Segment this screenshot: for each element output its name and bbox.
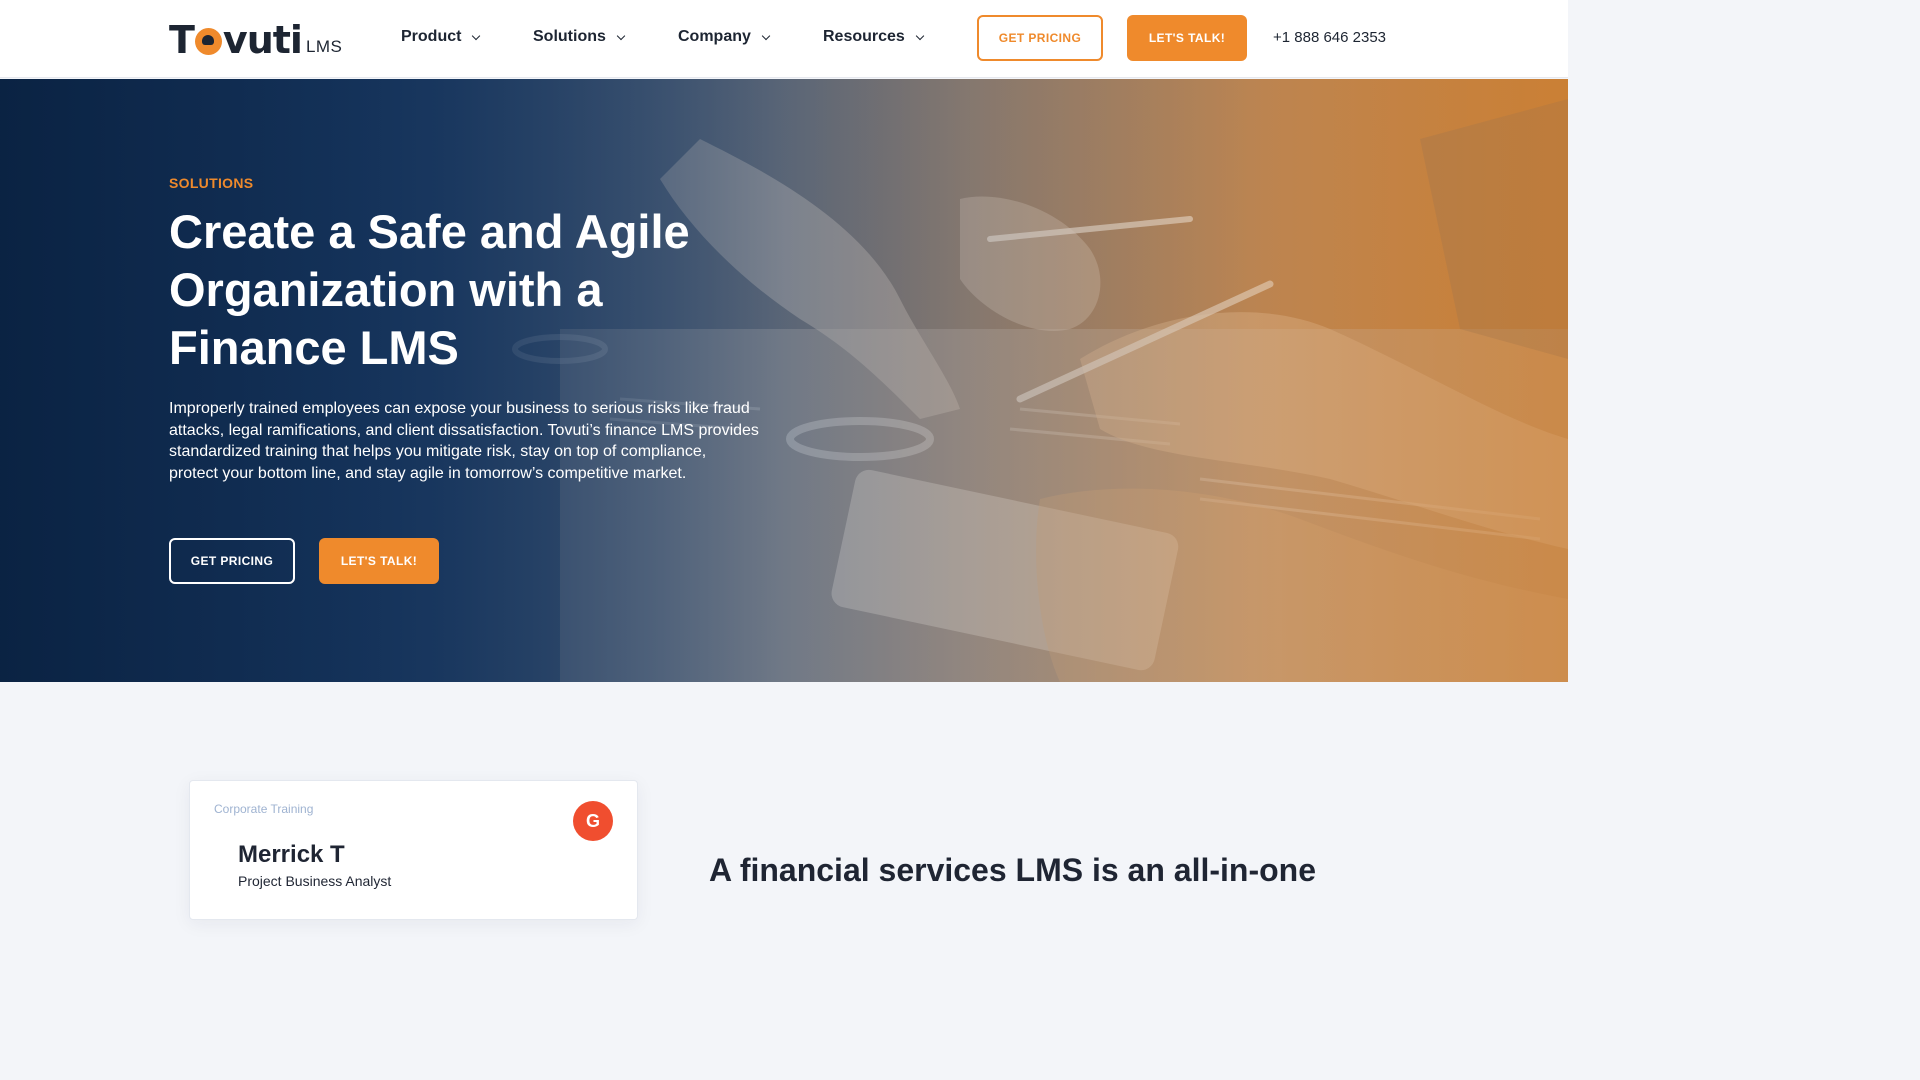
review-card: Corporate Training G Merrick T Project B… [189,780,638,920]
header-lets-talk-button[interactable]: LET'S TALK! [1127,15,1247,61]
chevron-down-icon [915,31,925,40]
logo-elephant-icon [194,28,222,55]
header-get-pricing-button[interactable]: GET PRICING [977,15,1103,61]
hero-title: Create a Safe and Agile Organization wit… [169,205,690,374]
hero-eyebrow: SOLUTIONS [169,175,254,191]
chevron-down-icon [761,31,771,40]
phone-link[interactable]: +1 888 646 2353 [1273,29,1386,46]
nav-label: Solutions [533,28,606,45]
g2-logo-icon: G [573,801,613,841]
section-heading: A financial services LMS is an all-in-on… [709,852,1316,888]
nav-item-company[interactable]: Company [678,28,771,46]
nav-item-solutions[interactable]: Solutions [533,28,626,46]
review-category: Corporate Training [214,802,314,816]
nav-label: Company [678,28,751,45]
hero-description: Improperly trained employees can expose … [169,400,759,482]
tovuti-logo[interactable]: Tvuti LMS [169,18,342,60]
chevron-down-icon [616,31,626,40]
g2-badge-letter: G [585,810,600,831]
nav-label: Resources [823,28,905,45]
chevron-down-icon [472,31,481,40]
hero-lets-talk-button[interactable]: LET'S TALK! [319,538,439,584]
nav-label: Product [401,28,462,45]
hero-section: SOLUTIONS Create a Safe and Agile Organi… [0,79,1568,682]
logo-wordmark: Tvuti [169,18,303,62]
nav-item-resources[interactable]: Resources [823,28,925,46]
logo-suffix: LMS [305,37,343,56]
reviewer-name: Merrick T [238,841,345,868]
reviewer-role: Project Business Analyst [238,873,392,889]
hero-get-pricing-button[interactable]: GET PRICING [169,538,295,584]
site-header: Tvuti LMS Product Solutions Company Reso… [0,0,1568,78]
hero-gradient-overlay [0,79,1568,682]
nav-item-product[interactable]: Product [401,28,481,46]
